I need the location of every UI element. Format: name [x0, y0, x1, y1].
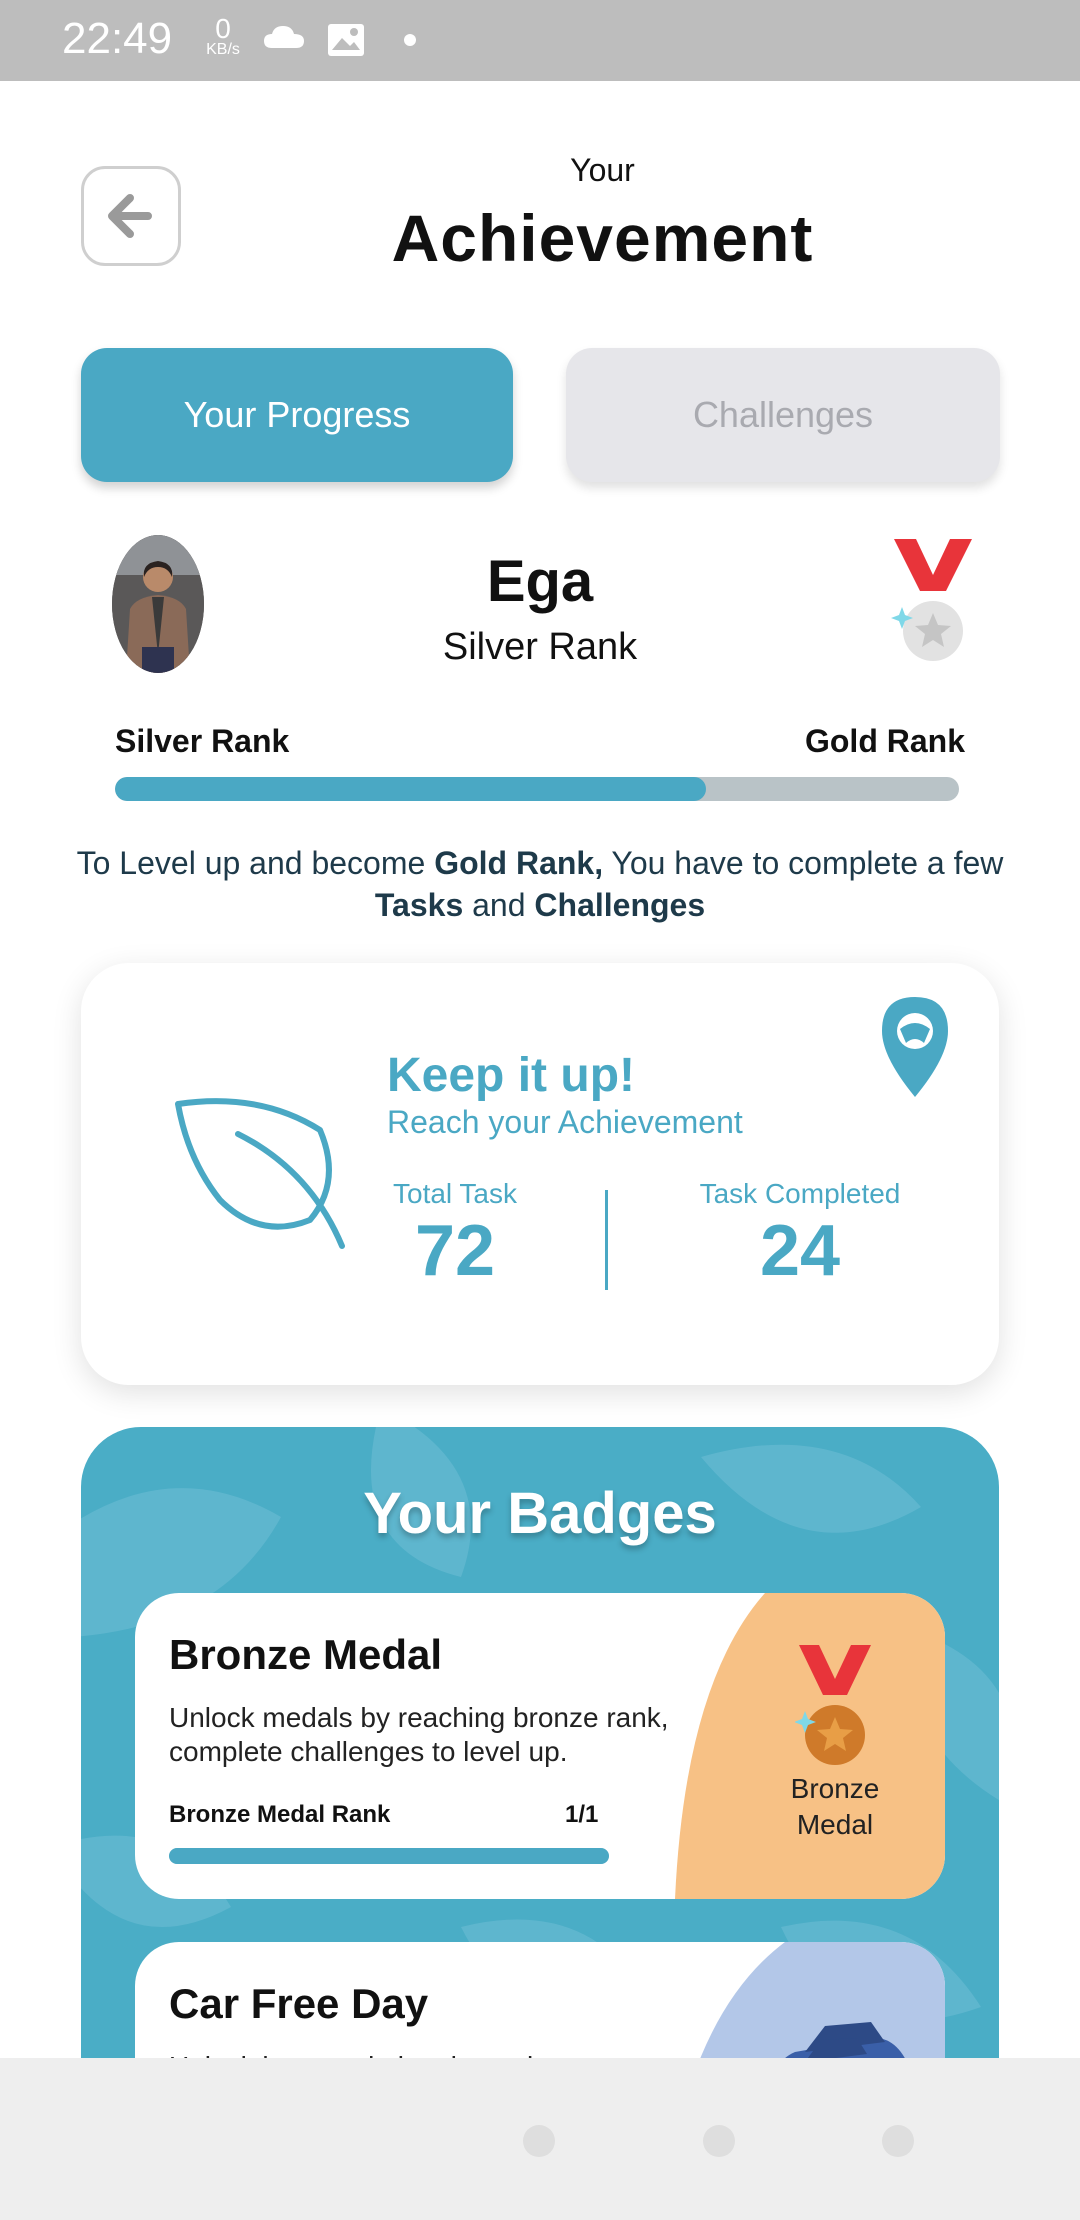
message-tasks: Tasks: [374, 887, 464, 923]
badge-description: Unlock medals by reaching bronze rank, c…: [169, 1702, 669, 1767]
message-part: You have to complete a few: [603, 845, 1004, 881]
task-completed-label: Task Completed: [699, 1178, 901, 1209]
message-challenges: Challenges: [534, 887, 706, 923]
tab-your-progress[interactable]: Your Progress: [81, 348, 513, 482]
leaf-icon: [175, 1098, 345, 1249]
badge-progress-fill: [169, 1848, 609, 1864]
message-part: To Level up and become: [76, 845, 435, 881]
badge-title: Bronze Medal: [169, 1631, 443, 1678]
total-task-value: 72: [414, 1211, 496, 1291]
bronze-medal-icon: [795, 1645, 871, 1765]
bronze-medal-label: Bronze Medal: [695, 1771, 945, 1843]
network-speed-value: 0: [215, 13, 231, 44]
badge-count: 1/1: [565, 1801, 599, 1828]
nav-recents-button[interactable]: [523, 2125, 555, 2157]
message-gold-rank: Gold Rank,: [434, 845, 604, 881]
rank-progress-bar: [115, 777, 959, 801]
location-pin-icon: [882, 997, 948, 1097]
badge-card-bronze-medal[interactable]: Bronze Medal Bronze Medal Unlock medals …: [135, 1593, 945, 1899]
nav-back-button[interactable]: [882, 2125, 914, 2157]
tab-challenges[interactable]: Challenges: [566, 348, 1000, 482]
next-rank-label: Gold Rank: [804, 723, 965, 759]
header-subtitle: Your: [570, 152, 635, 188]
stats-heading: Keep it up!: [387, 1049, 635, 1102]
page-title: Achievement: [391, 201, 814, 275]
badge-rank-label: Bronze Medal Rank: [169, 1801, 391, 1828]
network-speed-unit: KB/s: [206, 41, 240, 58]
network-speed: 0 KB/s: [200, 13, 246, 58]
rank-progress-fill: [115, 777, 706, 801]
level-up-message: To Level up and become Gold Rank, You ha…: [70, 842, 1010, 926]
cloud-icon: [264, 26, 304, 48]
image-icon: [328, 24, 364, 56]
badge-title: Car Free Day: [169, 1980, 429, 2027]
stats-subheading: Reach your Achievement: [387, 1104, 743, 1140]
bronze-medal-label-line1: Bronze: [790, 1773, 880, 1804]
notification-dot-icon: [404, 34, 416, 46]
badges-title: Your Badges: [363, 1481, 717, 1546]
nav-home-button[interactable]: [703, 2125, 735, 2157]
stats-divider: [605, 1190, 608, 1290]
bronze-medal-label-line2: Medal: [796, 1809, 874, 1840]
message-part: and: [463, 887, 535, 923]
current-rank-label: Silver Rank: [115, 723, 290, 759]
total-task-label: Total Task: [393, 1178, 517, 1209]
task-completed-value: 24: [759, 1211, 841, 1291]
badge-progress-track: [169, 1848, 609, 1864]
status-time: 22:49: [62, 14, 173, 63]
silver-medal-icon: [891, 539, 972, 661]
